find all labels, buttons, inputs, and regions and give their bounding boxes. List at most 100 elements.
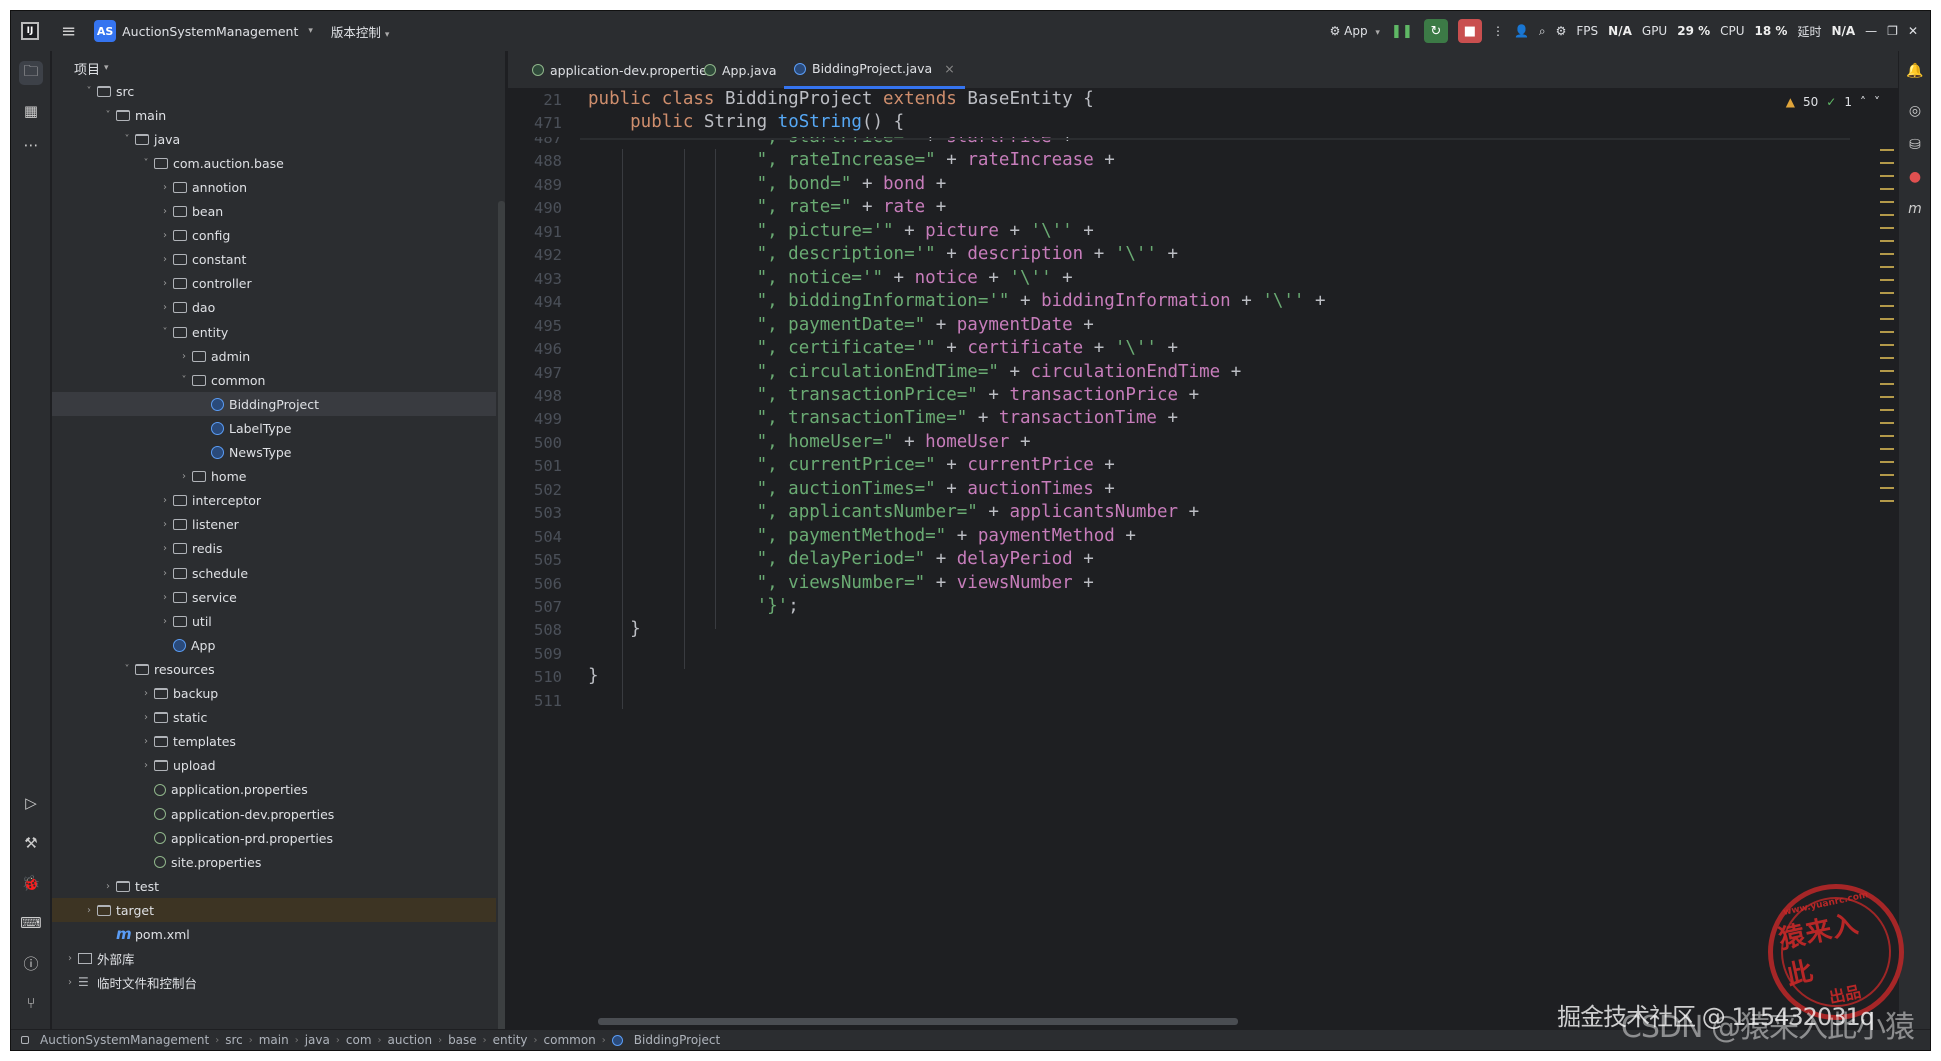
warning-marker[interactable] xyxy=(1880,292,1894,294)
settings-icon[interactable]: ⚙ xyxy=(1556,24,1567,38)
restore-icon[interactable]: ❐ xyxy=(1887,24,1898,38)
warning-marker[interactable] xyxy=(1880,227,1894,229)
user-icon[interactable]: 👤 xyxy=(1514,24,1529,38)
tree-item[interactable]: site.properties xyxy=(52,850,496,874)
main-menu-icon[interactable]: ≡ xyxy=(61,21,76,42)
tree-item[interactable]: › listener xyxy=(52,513,496,537)
chevron-right-icon[interactable]: › xyxy=(100,881,116,892)
code-view[interactable]: ", startPrice=" + startPrice + ", rateIn… xyxy=(580,89,1850,1031)
tree-item[interactable]: › config xyxy=(52,224,496,248)
notifications-icon[interactable]: 🔔 xyxy=(1905,61,1925,81)
warning-marker[interactable] xyxy=(1880,370,1894,372)
warning-marker[interactable] xyxy=(1880,474,1894,476)
tree-item[interactable]: › service xyxy=(52,585,496,609)
run-config-selector[interactable]: ⚙ App ▾ xyxy=(1330,24,1380,38)
chevron-right-icon[interactable]: › xyxy=(62,953,78,964)
tree-item[interactable]: › interceptor xyxy=(52,489,496,513)
chevron-right-icon[interactable]: › xyxy=(157,616,173,627)
chevron-right-icon[interactable]: › xyxy=(81,905,97,916)
chevron-down-icon[interactable]: ˅ xyxy=(119,134,135,145)
warning-marker[interactable] xyxy=(1880,253,1894,255)
warning-marker[interactable] xyxy=(1880,383,1894,385)
terminal-tool-icon[interactable]: ⌨ xyxy=(19,911,43,935)
warning-marker[interactable] xyxy=(1880,279,1894,281)
tree-item[interactable]: application-dev.properties xyxy=(52,802,496,826)
warning-marker[interactable] xyxy=(1880,188,1894,190)
chevron-down-icon[interactable]: ˅ xyxy=(1874,95,1880,109)
chevron-right-icon[interactable]: › xyxy=(157,592,173,603)
editor-tab[interactable]: App.java xyxy=(694,51,787,89)
inspection-widget[interactable]: ▲ 50 ✓ 1 ˄ ˅ xyxy=(1786,95,1880,109)
tree-item[interactable]: application.properties xyxy=(52,778,496,802)
tree-item[interactable]: › templates xyxy=(52,730,496,754)
breadcrumb-item[interactable]: entity xyxy=(493,1033,528,1047)
chevron-right-icon[interactable]: › xyxy=(157,182,173,193)
warning-marker[interactable] xyxy=(1880,448,1894,450)
tree-item[interactable]: ˅ resources xyxy=(52,657,496,681)
chevron-down-icon[interactable]: ˅ xyxy=(81,86,97,97)
warning-marker[interactable] xyxy=(1880,500,1894,502)
run-tool-icon[interactable]: ▷ xyxy=(19,791,43,815)
debug-tool-icon[interactable]: 🐞 xyxy=(19,871,43,895)
chevron-down-icon[interactable]: ˅ xyxy=(138,158,154,169)
error-stripe[interactable] xyxy=(1880,149,1894,549)
tree-item[interactable]: LabelType xyxy=(52,416,496,440)
warning-marker[interactable] xyxy=(1880,331,1894,333)
project-scrollbar[interactable] xyxy=(498,201,505,1050)
breadcrumb-item[interactable]: java xyxy=(305,1033,330,1047)
chevron-right-icon[interactable]: › xyxy=(157,206,173,217)
tree-item[interactable]: › schedule xyxy=(52,561,496,585)
tree-item[interactable]: › constant xyxy=(52,248,496,272)
rerun-icon[interactable]: ↻ xyxy=(1423,19,1448,43)
chevron-right-icon[interactable]: › xyxy=(157,519,173,530)
build-tool-icon[interactable]: ⚒ xyxy=(19,831,43,855)
tree-item[interactable]: ˅ entity xyxy=(52,320,496,344)
warning-marker[interactable] xyxy=(1880,461,1894,463)
chevron-right-icon[interactable]: › xyxy=(62,977,78,988)
tree-item[interactable]: › admin xyxy=(52,344,496,368)
pause-icon[interactable]: ❚❚ xyxy=(1390,19,1414,43)
problems-tool-icon[interactable]: ⓘ xyxy=(19,951,43,975)
breadcrumb-item[interactable]: base xyxy=(448,1033,477,1047)
chevron-right-icon[interactable]: › xyxy=(138,688,154,699)
chevron-right-icon[interactable]: › xyxy=(157,230,173,241)
breadcrumb-item[interactable]: common xyxy=(544,1033,596,1047)
maven-icon[interactable]: m xyxy=(1905,199,1925,219)
tree-item[interactable]: › redis xyxy=(52,537,496,561)
tree-item[interactable]: › ☰ 临时文件和控制台 xyxy=(52,971,496,995)
tree-item[interactable]: ˅ com.auction.base xyxy=(52,151,496,175)
tree-item[interactable]: › bean xyxy=(52,200,496,224)
chevron-up-icon[interactable]: ˄ xyxy=(1860,95,1866,109)
chevron-right-icon[interactable]: › xyxy=(157,568,173,579)
tree-item[interactable]: › test xyxy=(52,874,496,898)
horizontal-scrollbar[interactable] xyxy=(598,1018,1238,1025)
warning-marker[interactable] xyxy=(1880,240,1894,242)
chevron-down-icon[interactable]: ˅ xyxy=(176,375,192,386)
tree-item[interactable]: BiddingProject xyxy=(52,392,496,417)
tree-item[interactable]: ˅ java xyxy=(52,127,496,151)
warning-marker[interactable] xyxy=(1880,201,1894,203)
plugin-icon[interactable]: ● xyxy=(1905,167,1925,187)
tree-item[interactable]: › upload xyxy=(52,754,496,778)
breadcrumb-item[interactable]: com xyxy=(346,1033,372,1047)
warning-marker[interactable] xyxy=(1880,487,1894,489)
minimize-icon[interactable]: — xyxy=(1865,24,1877,38)
warning-marker[interactable] xyxy=(1880,266,1894,268)
warning-marker[interactable] xyxy=(1880,344,1894,346)
tree-item[interactable]: › controller xyxy=(52,272,496,296)
tree-item[interactable]: ˅ src xyxy=(52,79,496,103)
tree-item[interactable]: › home xyxy=(52,465,496,489)
project-tool-icon[interactable]: 🗀 xyxy=(19,61,43,85)
tree-item[interactable]: NewsType xyxy=(52,441,496,465)
warning-marker[interactable] xyxy=(1880,396,1894,398)
chevron-right-icon[interactable]: › xyxy=(176,471,192,482)
chevron-right-icon[interactable]: › xyxy=(157,495,173,506)
chevron-right-icon[interactable]: › xyxy=(138,736,154,747)
chevron-down-icon[interactable]: ˅ xyxy=(119,664,135,675)
breadcrumb-item[interactable]: BiddingProject xyxy=(634,1033,720,1047)
chevron-right-icon[interactable]: › xyxy=(138,760,154,771)
chevron-right-icon[interactable]: › xyxy=(157,278,173,289)
warning-marker[interactable] xyxy=(1880,318,1894,320)
database-icon[interactable]: ⛁ xyxy=(1905,135,1925,155)
warning-marker[interactable] xyxy=(1880,175,1894,177)
